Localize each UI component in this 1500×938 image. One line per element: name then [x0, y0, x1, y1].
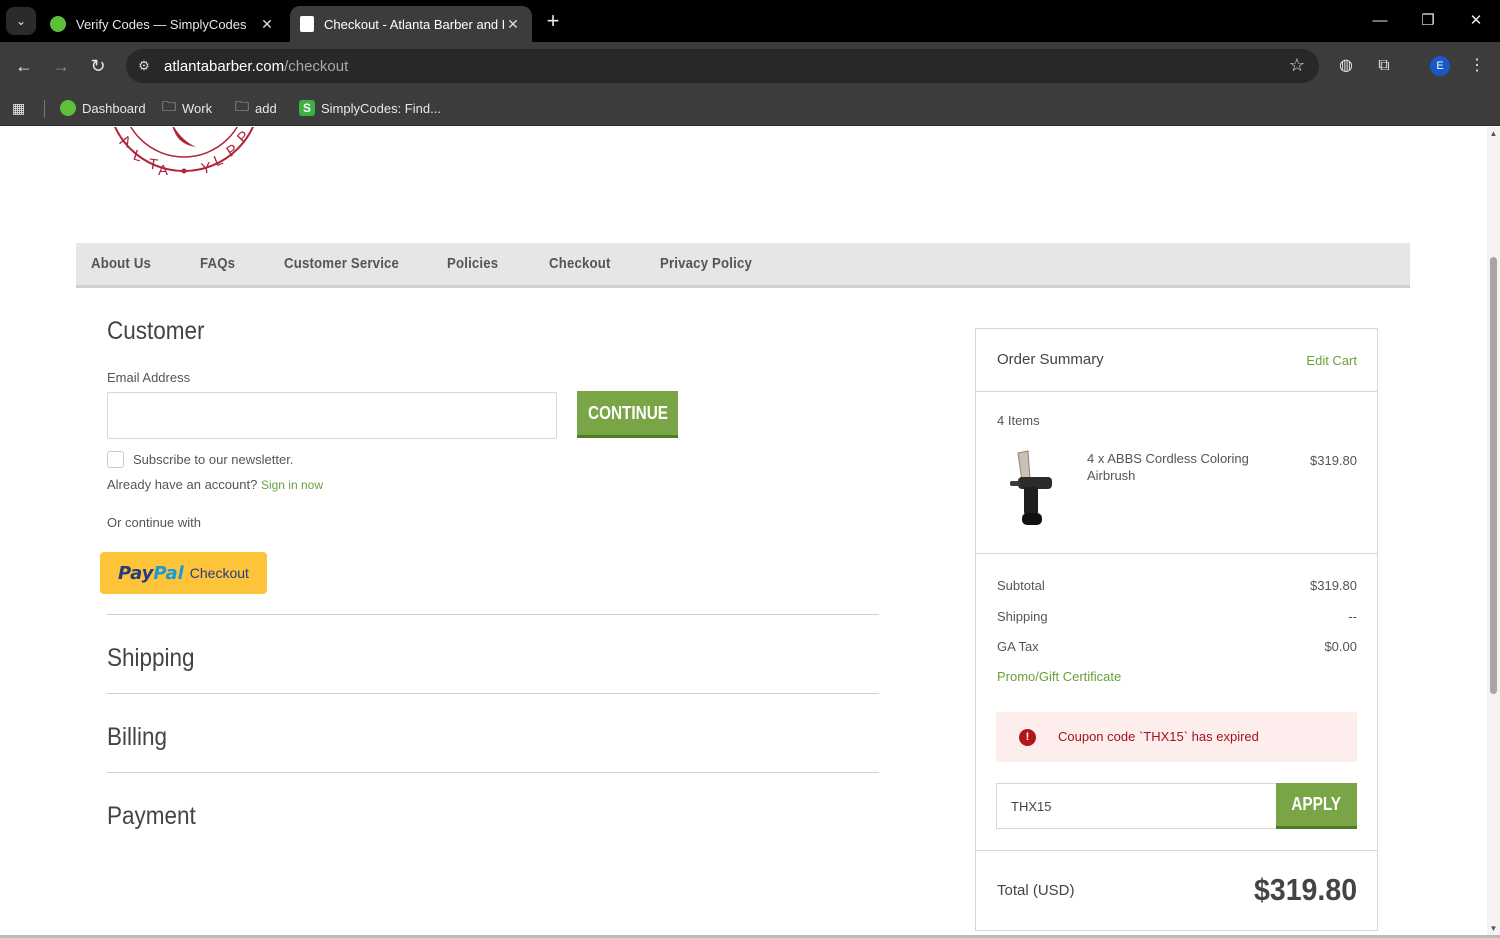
- sign-in-link[interactable]: Sign in now: [261, 478, 323, 492]
- summary-divider: [976, 391, 1377, 392]
- nav-privacy-policy[interactable]: Privacy Policy: [660, 255, 752, 272]
- nav-faqs[interactable]: FAQs: [200, 255, 235, 272]
- nav-customer-service[interactable]: Customer Service: [284, 255, 399, 272]
- error-icon: !: [1019, 729, 1036, 746]
- browser-tab-bar: ⌄ Verify Codes — SimplyCodes ✕ Checkout …: [0, 0, 1500, 42]
- store-logo[interactable]: N A L T A Y L P P U: [96, 127, 272, 183]
- globe-extension-icon[interactable]: ◍: [1334, 54, 1358, 78]
- bookmarks-divider: [44, 100, 45, 118]
- section-divider: [107, 772, 879, 773]
- or-continue-label: Or continue with: [107, 515, 201, 530]
- payment-heading[interactable]: Payment: [107, 802, 196, 831]
- extensions-puzzle-icon[interactable]: ⧉: [1372, 54, 1396, 78]
- billing-heading[interactable]: Billing: [107, 723, 167, 752]
- restore-icon[interactable]: ❐: [1408, 8, 1448, 34]
- scrollbar-thumb[interactable]: [1490, 257, 1497, 694]
- tax-value: $0.00: [1324, 639, 1357, 654]
- shipping-value: --: [1348, 609, 1357, 624]
- shipping-label: Shipping: [997, 609, 1048, 624]
- tab-search-button[interactable]: ⌄: [6, 7, 36, 35]
- site-settings-icon[interactable]: ⚙: [136, 58, 152, 74]
- email-label: Email Address: [107, 370, 191, 385]
- nav-policies[interactable]: Policies: [447, 255, 498, 272]
- nav-checkout[interactable]: Checkout: [549, 255, 611, 272]
- folder-icon: 🗀: [162, 98, 176, 114]
- tab-simplycodes[interactable]: Verify Codes — SimplyCodes ✕: [40, 6, 286, 42]
- promo-gift-certificate-link[interactable]: Promo/Gift Certificate: [997, 669, 1121, 684]
- close-icon[interactable]: ✕: [258, 16, 276, 33]
- coupon-error-alert: ! Coupon code `THX15` has expired: [996, 712, 1357, 762]
- scroll-down-arrow-icon[interactable]: ▼: [1489, 924, 1498, 933]
- page-scrollbar[interactable]: ▲ ▼: [1487, 127, 1500, 938]
- browser-toolbar: ← → ↻ ⚙ atlantabarber.com/checkout ☆ ◍ ⧉…: [0, 42, 1500, 90]
- items-count: 4 Items: [997, 413, 1040, 428]
- section-divider: [107, 614, 879, 615]
- simplycodes-icon: [60, 100, 76, 116]
- total-label: Total (USD): [997, 882, 1075, 899]
- bookmark-add[interactable]: 🗀 add: [235, 97, 277, 119]
- order-summary-title: Order Summary: [997, 351, 1104, 368]
- close-window-icon[interactable]: ✕: [1456, 8, 1496, 34]
- simplycodes-s-icon: S: [299, 100, 315, 116]
- scroll-up-arrow-icon[interactable]: ▲: [1489, 129, 1498, 138]
- account-prompt: Already have an account? Sign in now: [107, 477, 323, 492]
- profile-avatar[interactable]: E: [1430, 56, 1450, 76]
- forward-arrow-icon[interactable]: →: [47, 52, 75, 80]
- total-value: $319.80: [1253, 872, 1357, 907]
- edit-cart-link[interactable]: Edit Cart: [1306, 353, 1357, 368]
- simplycodes-favicon-icon: [50, 16, 66, 32]
- coupon-code-value: THX15: [1011, 799, 1052, 814]
- email-field[interactable]: [107, 392, 557, 439]
- bookmark-dashboard[interactable]: Dashboard: [60, 97, 146, 119]
- order-summary-panel: Order Summary Edit Cart 4 Items 4 x ABBS…: [975, 328, 1378, 931]
- svg-text:Y: Y: [200, 159, 213, 177]
- apply-coupon-button[interactable]: APPLY: [1276, 783, 1357, 829]
- summary-divider: [976, 850, 1377, 851]
- svg-text:N: N: [104, 127, 123, 129]
- shipping-heading[interactable]: Shipping: [107, 644, 195, 673]
- section-divider: [107, 693, 879, 694]
- url-text: atlantabarber.com/checkout: [164, 58, 349, 75]
- svg-text:U: U: [241, 127, 261, 129]
- address-bar[interactable]: ⚙ atlantabarber.com/checkout ☆: [126, 49, 1319, 83]
- product-price: $319.80: [1310, 453, 1357, 468]
- tab-title: Verify Codes — SimplyCodes: [76, 16, 247, 32]
- product-name: 4 x ABBS Cordless Coloring Airbrush: [1087, 451, 1249, 483]
- newsletter-checkbox[interactable]: [107, 451, 124, 468]
- atlanta-barber-favicon-icon: [300, 16, 314, 32]
- reload-icon[interactable]: ↻: [84, 52, 112, 80]
- bookmarks-bar: ▦ Dashboard 🗀 Work 🗀 add S SimplyCodes: …: [0, 90, 1500, 126]
- tab-checkout[interactable]: Checkout - Atlanta Barber and Beauty Sup…: [290, 6, 532, 42]
- apps-grid-icon[interactable]: ▦: [12, 97, 31, 119]
- svg-text:A: A: [158, 162, 168, 179]
- svg-text:L: L: [131, 147, 144, 166]
- customer-heading: Customer: [107, 317, 205, 345]
- chevron-down-icon: ⌄: [15, 14, 27, 28]
- paypal-checkout-button[interactable]: PayPal Checkout: [100, 552, 267, 594]
- back-arrow-icon[interactable]: ←: [10, 52, 38, 80]
- close-icon[interactable]: ✕: [504, 16, 522, 33]
- subtotal-value: $319.80: [1310, 578, 1357, 593]
- bookmark-simplycodes[interactable]: S SimplyCodes: Find...: [299, 97, 441, 119]
- paypal-checkout-label: Checkout: [189, 565, 249, 581]
- kebab-menu-icon[interactable]: ⋮: [1465, 54, 1489, 78]
- subtotal-label: Subtotal: [997, 578, 1045, 593]
- tax-label: GA Tax: [997, 639, 1039, 654]
- minimize-icon[interactable]: —: [1360, 8, 1400, 34]
- continue-button[interactable]: CONTINUE: [577, 391, 678, 438]
- plus-icon[interactable]: +: [540, 9, 566, 35]
- nav-about-us[interactable]: About Us: [91, 255, 151, 272]
- main-nav: About Us FAQs Customer Service Policies …: [76, 243, 1410, 288]
- airbrush-product-image: [1010, 450, 1052, 525]
- folder-icon: 🗀: [235, 98, 249, 114]
- coupon-code-input[interactable]: THX15: [996, 783, 1277, 829]
- bookmark-star-icon[interactable]: ☆: [1289, 55, 1305, 76]
- tab-title: Checkout - Atlanta Barber and Beauty Sup…: [324, 16, 504, 32]
- coupon-error-text: Coupon code `THX15` has expired: [1058, 729, 1259, 744]
- bookmark-work[interactable]: 🗀 Work: [162, 97, 212, 119]
- summary-divider: [976, 553, 1377, 554]
- paypal-logo: PayPal: [118, 562, 184, 584]
- checkout-page: N A L T A Y L P P U About Us FAQs Custom…: [0, 127, 1487, 938]
- newsletter-label: Subscribe to our newsletter.: [133, 452, 294, 467]
